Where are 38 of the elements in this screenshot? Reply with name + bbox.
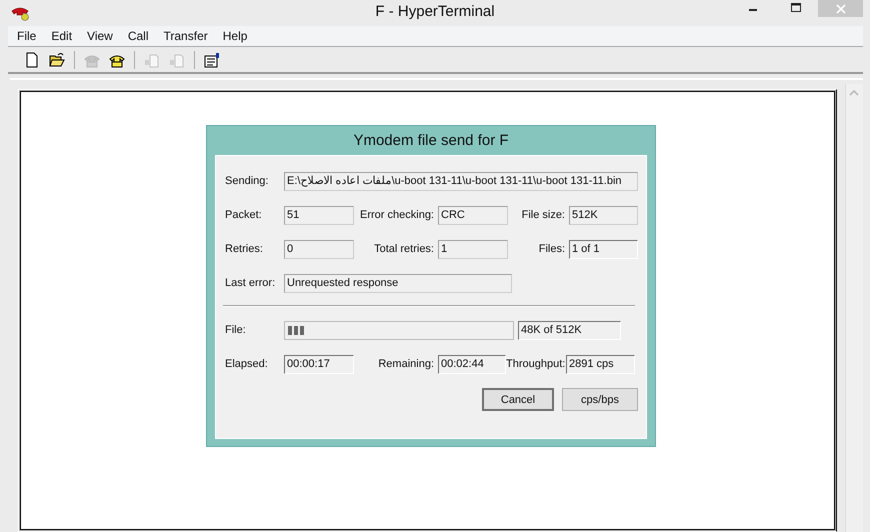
scrollbar[interactable]	[844, 84, 863, 532]
dialog-title: Ymodem file send for F	[352, 131, 510, 151]
sending-field: E:\ملفات اعاده الاصلاح\u-boot 131-11\u-boot 131-11\u-boot 131-11.bin	[284, 172, 638, 190]
field-label: Files:	[538, 243, 566, 255]
menu-item[interactable]: Help	[222, 29, 248, 43]
field-label: Packet:	[225, 209, 263, 221]
menu-item[interactable]: File	[17, 29, 36, 43]
phone-icon	[10, 4, 30, 20]
field-label: Remaining:	[377, 358, 435, 370]
menu-item[interactable]: Call	[128, 29, 148, 43]
field-label: Error checking:	[359, 209, 435, 221]
transferred-field: 48K of 512K	[518, 320, 621, 340]
field-label: File:	[225, 324, 247, 336]
close-icon[interactable]	[836, 4, 846, 14]
files-field: 1 of 1	[569, 240, 638, 258]
menu-item[interactable]: Edit	[51, 29, 72, 43]
dialog-button[interactable]: cps/bps	[562, 388, 638, 411]
field-label: Throughput:	[506, 358, 566, 370]
elapsed-field: 00:00:17	[284, 354, 354, 374]
field-label: Retries:	[225, 243, 264, 255]
field-label: Total retries:	[373, 243, 435, 255]
dialog-button[interactable]: Cancel	[482, 388, 554, 411]
menu-item[interactable]: Transfer	[164, 29, 208, 43]
last-error-field: Unrequested response	[284, 274, 512, 292]
retries-field: 0	[284, 240, 354, 258]
packet-field: 51	[284, 206, 354, 224]
field-label: Last error:	[225, 277, 276, 289]
window-title: F - HyperTerminal	[375, 3, 495, 20]
total-retries-field: 1	[438, 240, 508, 258]
file-size-field: 512K	[569, 206, 638, 224]
field-label: Elapsed:	[225, 358, 269, 370]
scroll-up-icon[interactable]	[849, 90, 860, 96]
throughput-field: 2891 cps	[566, 354, 635, 374]
remaining-field: 00:02:44	[438, 354, 506, 374]
error-checking-field: CRC	[438, 206, 508, 224]
menu-item[interactable]: View	[87, 29, 113, 43]
field-label: File size:	[520, 209, 566, 221]
field-label: Sending:	[225, 175, 270, 187]
